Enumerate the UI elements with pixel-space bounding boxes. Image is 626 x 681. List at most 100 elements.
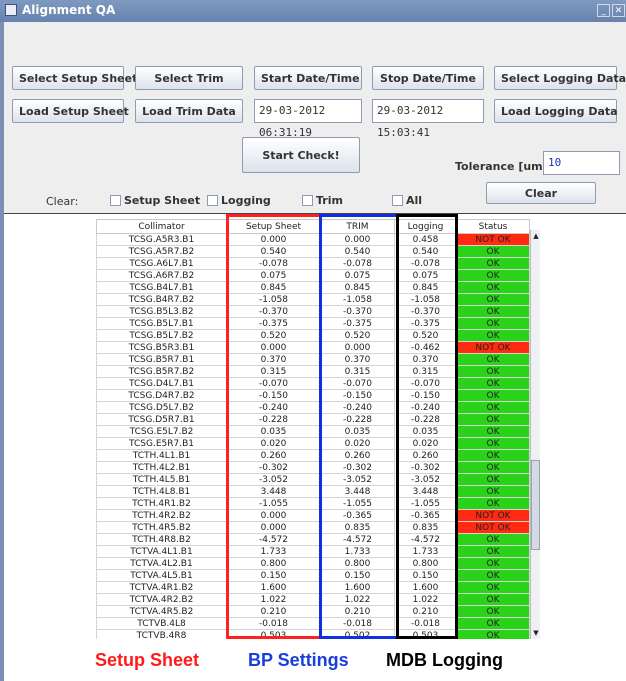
cell-collimator: TCSG.E5L7.B2	[96, 425, 227, 438]
cell-status: NOT OK	[456, 341, 530, 354]
table-row[interactable]: TCSG.B5R7.B1 0.370 0.370 0.370 OK	[96, 353, 530, 366]
table-row[interactable]: TCSG.B5R3.B1 0.000 0.000 -0.462 NOT OK	[96, 341, 530, 354]
cell-logging: 0.150	[394, 569, 457, 582]
table-row[interactable]: TCTH.4L8.B1 3.448 3.448 3.448 OK	[96, 485, 530, 498]
cell-trim: -0.302	[320, 461, 395, 474]
col-header-setup-sheet[interactable]: Setup Sheet	[226, 219, 321, 234]
load-logging-data-button[interactable]: Load Logging Data	[494, 99, 618, 123]
clear-all-checkbox[interactable]	[392, 195, 403, 206]
clear-button[interactable]: Clear	[486, 182, 596, 204]
table-row[interactable]: TCTVA.4L2.B1 0.800 0.800 0.800 OK	[96, 557, 530, 570]
cell-collimator: TCTH.4L5.B1	[96, 473, 227, 486]
cell-collimator: TCSG.A5R7.B2	[96, 245, 227, 258]
cell-setup-sheet: 0.000	[226, 521, 321, 534]
cell-setup-sheet: -0.370	[226, 305, 321, 318]
table-row[interactable]: TCSG.B5L7.B1 -0.375 -0.375 -0.375 OK	[96, 317, 530, 330]
legend-setup-sheet: Setup Sheet	[95, 650, 200, 670]
table-row[interactable]: TCSG.B5R7.B2 0.315 0.315 0.315 OK	[96, 365, 530, 378]
cell-trim: -0.365	[320, 509, 395, 522]
table-row[interactable]: TCTVA.4L1.B1 1.733 1.733 1.733 OK	[96, 545, 530, 558]
cell-setup-sheet: -0.070	[226, 377, 321, 390]
cell-collimator: TCTVA.4L5.B1	[96, 569, 227, 582]
table-row[interactable]: TCTH.4L1.B1 0.260 0.260 0.260 OK	[96, 449, 530, 462]
table-row[interactable]: TCTH.4R1.B2 -1.055 -1.055 -1.055 OK	[96, 497, 530, 510]
load-setup-sheet-button[interactable]: Load Setup Sheet	[12, 99, 129, 123]
cell-status: OK	[456, 617, 530, 630]
cell-status: OK	[456, 437, 530, 450]
start-date-time-button[interactable]: Start Date/Time	[254, 66, 362, 90]
cell-logging: -0.018	[394, 617, 457, 630]
table-row[interactable]: TCTH.4R5.B2 0.000 0.835 0.835 NOT OK	[96, 521, 530, 534]
scroll-down-icon[interactable]: ▼	[532, 629, 540, 637]
clear-setup-checkbox[interactable]	[110, 195, 121, 206]
table-row[interactable]: TCSG.E5L7.B2 0.035 0.035 0.035 OK	[96, 425, 530, 438]
cell-trim: 0.845	[320, 281, 395, 294]
table-row[interactable]: TCSG.E5R7.B1 0.020 0.020 0.020 OK	[96, 437, 530, 450]
scrollbar-thumb[interactable]	[531, 460, 540, 550]
table-row[interactable]: TCTVA.4R1.B2 1.600 1.600 1.600 OK	[96, 581, 530, 594]
stop-time-field[interactable]: 29-03-2012 15:03:41	[372, 99, 484, 139]
table-row[interactable]: TCSG.A6L7.B1 -0.078 -0.078 -0.078 OK	[96, 257, 530, 270]
clear-trim-checkbox[interactable]	[302, 195, 313, 206]
results-table-container[interactable]: Collimator Setup Sheet TRIM Logging Stat…	[96, 219, 540, 639]
table-row[interactable]: TCSG.A5R3.B1 0.000 0.000 0.458 NOT OK	[96, 233, 530, 246]
table-row[interactable]: TCTVA.4R2.B2 1.022 1.022 1.022 OK	[96, 593, 530, 606]
cell-logging: -4.572	[394, 533, 457, 546]
cell-trim: 1.600	[320, 581, 395, 594]
cell-setup-sheet: -0.240	[226, 401, 321, 414]
cell-trim: 0.502	[320, 629, 395, 639]
tolerance-label: Tolerance [um]:	[455, 160, 553, 173]
cell-setup-sheet: -0.018	[226, 617, 321, 630]
table-row[interactable]: TCTVA.4L5.B1 0.150 0.150 0.150 OK	[96, 569, 530, 582]
stop-date-time-button[interactable]: Stop Date/Time	[372, 66, 484, 90]
cell-logging: -1.055	[394, 497, 457, 510]
cell-collimator: TCTH.4R5.B2	[96, 521, 227, 534]
select-trim-button[interactable]: Select Trim	[135, 66, 243, 90]
select-logging-data-button[interactable]: Select Logging Data	[494, 66, 626, 90]
tolerance-input[interactable]: 10	[543, 151, 620, 175]
select-setup-sheet-button[interactable]: Select Setup Sheet	[12, 66, 137, 90]
col-header-logging[interactable]: Logging	[394, 219, 457, 234]
cell-trim: -0.375	[320, 317, 395, 330]
table-row[interactable]: TCSG.B4L7.B1 0.845 0.845 0.845 OK	[96, 281, 530, 294]
close-icon[interactable]: ✕	[612, 4, 625, 17]
col-header-trim[interactable]: TRIM	[320, 219, 395, 234]
cell-setup-sheet: 0.370	[226, 353, 321, 366]
minimize-icon[interactable]: _	[597, 4, 610, 17]
cell-collimator: TCSG.D4R7.B2	[96, 389, 227, 402]
table-scrollbar[interactable]: ▲ ▼	[530, 230, 540, 639]
table-row[interactable]: TCSG.D5R7.B1 -0.228 -0.228 -0.228 OK	[96, 413, 530, 426]
start-check-button[interactable]: Start Check!	[242, 137, 360, 173]
cell-logging: 1.600	[394, 581, 457, 594]
cell-trim: -4.572	[320, 533, 395, 546]
table-row[interactable]: TCTVA.4R5.B2 0.210 0.210 0.210 OK	[96, 605, 530, 618]
load-trim-data-button[interactable]: Load Trim Data	[135, 99, 243, 123]
table-row[interactable]: TCSG.D4R7.B2 -0.150 -0.150 -0.150 OK	[96, 389, 530, 402]
table-row[interactable]: TCSG.D5L7.B2 -0.240 -0.240 -0.240 OK	[96, 401, 530, 414]
table-row[interactable]: TCTVB.4R8 0.503 0.502 0.503 OK	[96, 629, 530, 639]
col-header-collimator[interactable]: Collimator	[96, 219, 227, 234]
table-row[interactable]: TCSG.B4R7.B2 -1.058 -1.058 -1.058 OK	[96, 293, 530, 306]
clear-logging-checkbox[interactable]	[207, 195, 218, 206]
col-header-status[interactable]: Status	[456, 219, 530, 234]
table-row[interactable]: TCTVB.4L8 -0.018 -0.018 -0.018 OK	[96, 617, 530, 630]
table-row[interactable]: TCSG.A5R7.B2 0.540 0.540 0.540 OK	[96, 245, 530, 258]
cell-collimator: TCTVB.4L8	[96, 617, 227, 630]
cell-logging: 1.022	[394, 593, 457, 606]
cell-trim: 0.000	[320, 341, 395, 354]
start-time-field[interactable]: 29-03-2012 06:31:19	[254, 99, 362, 139]
cell-setup-sheet: -3.052	[226, 473, 321, 486]
table-row[interactable]: TCSG.D4L7.B1 -0.070 -0.070 -0.070 OK	[96, 377, 530, 390]
scroll-up-icon[interactable]: ▲	[532, 232, 540, 240]
cell-collimator: TCTVB.4R8	[96, 629, 227, 639]
cell-status: OK	[456, 281, 530, 294]
cell-trim: -0.018	[320, 617, 395, 630]
table-row[interactable]: TCTH.4R2.B2 0.000 -0.365 -0.365 NOT OK	[96, 509, 530, 522]
table-row[interactable]: TCSG.B5L3.B2 -0.370 -0.370 -0.370 OK	[96, 305, 530, 318]
table-row[interactable]: TCSG.A6R7.B2 0.075 0.075 0.075 OK	[96, 269, 530, 282]
table-row[interactable]: TCTH.4L5.B1 -3.052 -3.052 -3.052 OK	[96, 473, 530, 486]
table-row[interactable]: TCTH.4R8.B2 -4.572 -4.572 -4.572 OK	[96, 533, 530, 546]
table-row[interactable]: TCSG.B5L7.B2 0.520 0.520 0.520 OK	[96, 329, 530, 342]
cell-setup-sheet: -1.058	[226, 293, 321, 306]
table-row[interactable]: TCTH.4L2.B1 -0.302 -0.302 -0.302 OK	[96, 461, 530, 474]
